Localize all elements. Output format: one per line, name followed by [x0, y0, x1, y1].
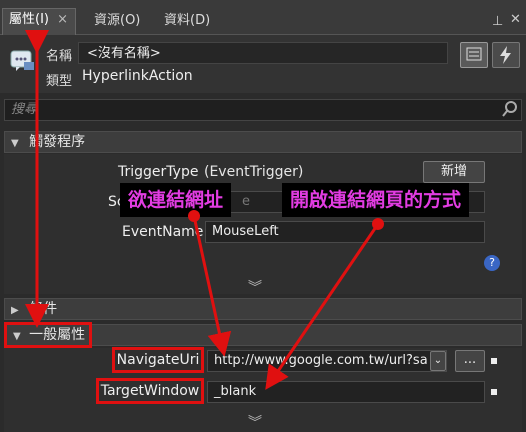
url-arrow [192, 215, 232, 357]
target-arrow [265, 223, 380, 390]
annotation-arrows [25, 30, 384, 390]
